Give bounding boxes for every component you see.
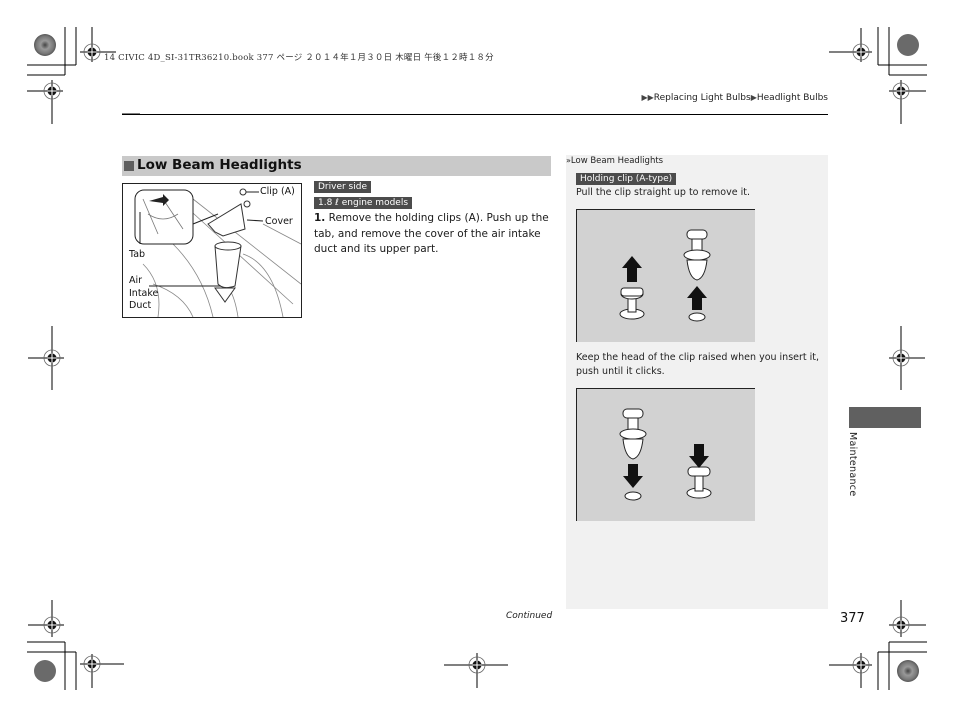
label-cover: Cover [265,216,293,227]
color-dial-bottom-left [34,660,56,682]
crosshair-mark [444,653,508,688]
header-divider [122,114,828,115]
crosshair-mark [829,28,872,62]
insert-instruction: Keep the head of the clip raised when yo… [576,352,820,377]
label-air: Air [129,275,143,286]
double-triangle-right-icon: ▶▶ [641,93,654,102]
note-heading: »Low Beam Headlights [566,156,663,166]
step-text: Remove the holding clips (A). Push up th… [314,212,549,255]
crosshair-mark [27,80,63,124]
engine-bay-illustration: Clip (A) Cover Tab Air Intake Duct [122,183,302,318]
remove-instruction: Pull the clip straight up to remove it. [576,187,750,198]
square-bullet-icon [124,161,134,171]
breadcrumb-item[interactable]: Headlight Bulbs [757,93,828,103]
crosshair-mark [28,600,64,637]
chapter-tab-marker[interactable] [849,407,921,428]
crosshair-mark [829,653,872,688]
section-heading: Low Beam Headlights [122,156,551,176]
driver-side-badge: Driver side [314,181,371,193]
note-title: Low Beam Headlights [570,156,664,166]
holding-clip-badge: Holding clip (A-type) [576,173,677,185]
breadcrumb-item[interactable]: Replacing Light Bulbs [654,93,751,103]
color-dial-top-left [34,34,56,56]
step-number: 1. [314,212,326,224]
clip-removal-drawing [619,229,711,322]
crosshair-mark [889,80,926,124]
note-panel: »Low Beam Headlights Holding clip (A-typ… [566,155,828,609]
label-tab: Tab [129,249,146,260]
step-1: 1. Remove the holding clips (A). Push up… [314,211,554,258]
breadcrumb: ▶▶Replacing Light Bulbs▶Headlight Bulbs [641,93,828,103]
crosshair-mark [889,600,926,637]
label-intake: Intake [129,288,159,299]
crosshair-mark [80,654,124,688]
color-dial-top-right [897,34,919,56]
clip-insertion-drawing [619,408,712,501]
clip-removal-illustration [576,209,755,342]
clip-insertion-illustration [576,388,755,521]
continued-label: Continued [506,611,553,621]
color-dial-bottom-right [897,660,919,682]
page-number: 377 [840,611,865,626]
label-duct: Duct [129,300,152,311]
crosshair-mark [28,326,64,390]
section-title: Low Beam Headlights [137,157,302,173]
chapter-side-label: Maintenance [847,432,858,497]
print-slug-header: 14 CIVIC 4D_SI-31TR36210.book 377 ページ ２０… [104,53,494,63]
label-clip-a: Clip (A) [260,186,295,197]
engine-model-badge: 1.8 ℓ engine models [314,197,413,209]
crosshair-mark [889,326,925,390]
